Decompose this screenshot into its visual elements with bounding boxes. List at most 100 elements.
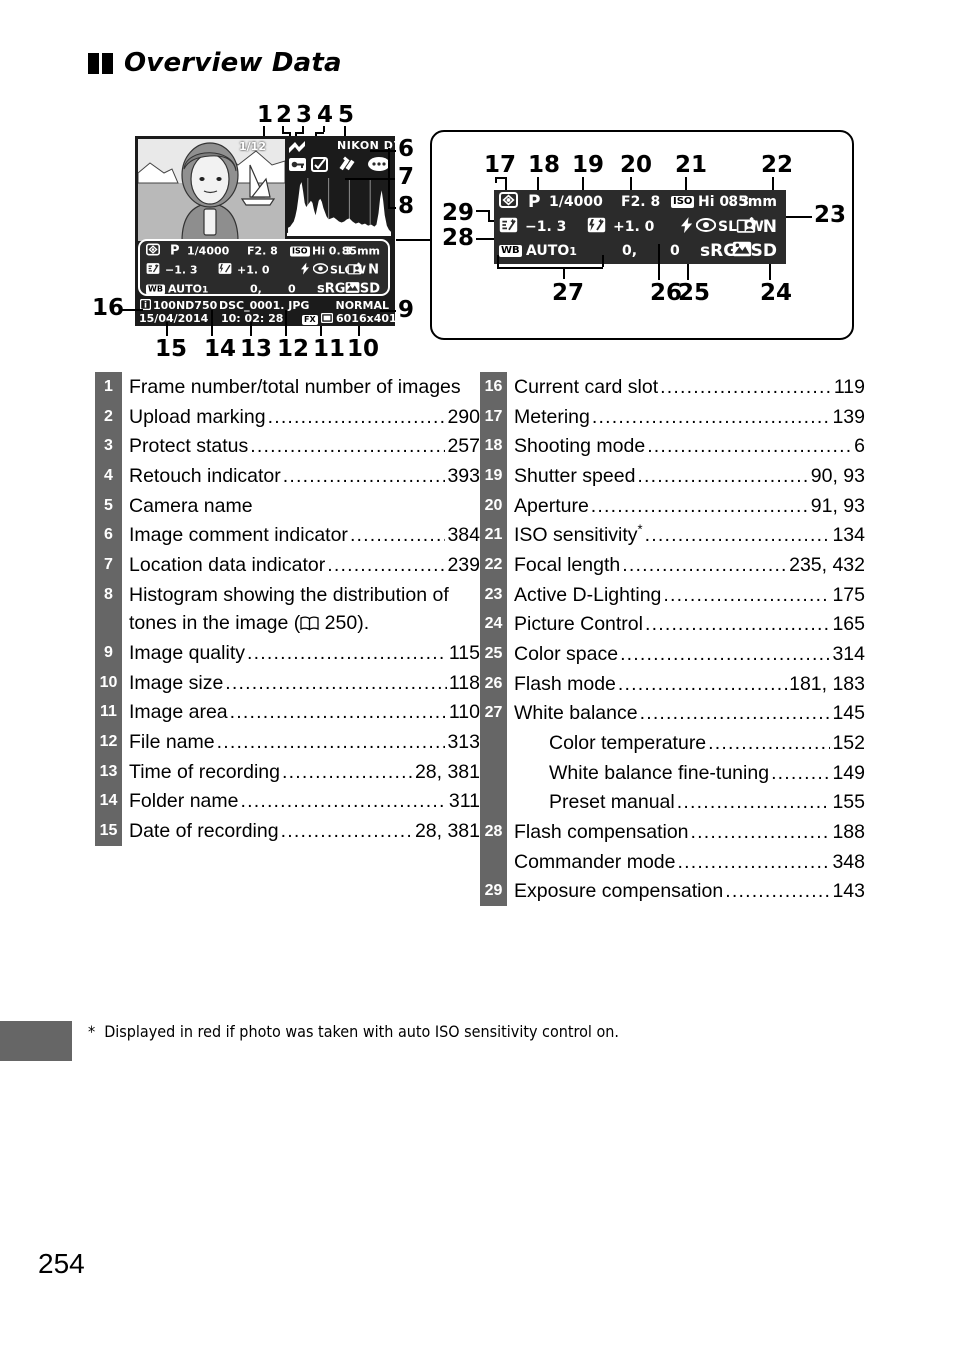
- leader-17c: [505, 177, 507, 190]
- active-d-lighting-glyph: [736, 216, 756, 233]
- legend-label: Frame number/total number of images: [129, 376, 461, 398]
- legend-number-3: 3: [95, 431, 122, 461]
- legend-entry: White balance fine-tuning...............…: [507, 758, 865, 788]
- legend-label: Retouch indicator: [129, 464, 281, 487]
- legend-row: 2 Upload marking.........................…: [95, 401, 480, 432]
- active-d-lighting-glyph: [347, 262, 362, 274]
- shooting-mode-value: P: [170, 243, 180, 258]
- legend-row: 14 Folder name...........................…: [95, 786, 480, 816]
- image-area-chip: FX: [302, 313, 318, 326]
- legend-number-12: 12: [95, 726, 122, 757]
- wb-fine-tune-b: 0: [288, 282, 296, 295]
- leader-dots: ........................................…: [246, 641, 447, 664]
- leader-dots: ........................................…: [644, 524, 831, 547]
- red-eye-icon: [695, 217, 717, 236]
- legend-page-ref: 313: [447, 730, 480, 753]
- legend-label: Image size: [129, 671, 224, 694]
- callout-5: 5: [338, 102, 355, 128]
- leader-17b: [495, 177, 505, 179]
- legend-row: 4 Retouch indicator......................…: [95, 460, 480, 491]
- legend-page-ref: 118: [448, 671, 480, 694]
- leader-dots: ........................................…: [639, 702, 831, 725]
- legend-entry: Color space.............................…: [507, 639, 865, 669]
- wb-fine-tune-a: 0,: [250, 282, 262, 295]
- image-size-value: 6016x4016: [336, 312, 395, 325]
- legend-label: Focal length: [514, 553, 621, 576]
- metering-icon: [146, 243, 160, 258]
- aperture-value: F2. 8: [621, 194, 661, 211]
- leader-18: [537, 177, 539, 190]
- flash-compensation-value: +1. 0: [613, 218, 655, 235]
- legend-entry: File name...............................…: [122, 727, 480, 757]
- legend-entry: Focal length............................…: [507, 550, 865, 580]
- flash-compensation-glyph: [218, 262, 232, 274]
- legend-number-14: 14: [95, 786, 122, 816]
- legend-number-28: 28: [480, 816, 507, 847]
- legend-entry: Protect status..........................…: [122, 431, 480, 461]
- magnified-info-panel: 17 18 19 20 21 22 29 28 23 P 1/4000 F2. …: [430, 130, 854, 340]
- callout-15: 15: [155, 336, 188, 362]
- flash-bolt-icon: [300, 262, 310, 278]
- legend-page-ref: 188: [832, 820, 865, 843]
- legend-entry: Image size..............................…: [122, 668, 480, 698]
- callout-23: 23: [814, 202, 847, 228]
- leader-dots: ........................................…: [229, 701, 447, 724]
- leader-dots: ........................................…: [280, 819, 413, 842]
- legend-label: Location data indicator: [129, 553, 326, 576]
- leader-dots: ........................................…: [637, 464, 808, 487]
- legend-page-ref: 348: [832, 850, 865, 873]
- exposure-compensation-glyph: [499, 217, 518, 233]
- legend-row: 5 Camera name: [95, 490, 480, 521]
- legend-row: 15 Date of recording.....................…: [95, 815, 480, 846]
- wb-chip-label: WB: [146, 284, 165, 294]
- callout-12: 12: [277, 336, 310, 362]
- thumbnail-illustration: [138, 139, 285, 241]
- leader-dots: ........................................…: [590, 494, 809, 517]
- leader-25: [687, 264, 689, 280]
- callout-22: 22: [761, 152, 794, 178]
- page-title: Overview Data: [124, 48, 342, 78]
- iso-chip-label: ISO: [290, 246, 310, 256]
- active-d-lighting-icon: [736, 216, 756, 237]
- legend-entry: Histogram showing the distribution of to…: [122, 580, 480, 638]
- leader-dots: ........................................…: [282, 760, 413, 783]
- legend-page-ref: 290: [447, 405, 480, 428]
- legend-label: Color temperature: [549, 731, 707, 754]
- legend-label: Picture Control: [514, 613, 643, 636]
- legend-row: 8 Histogram showing the distribution of t…: [95, 579, 480, 638]
- legend-number-29: 29: [480, 876, 507, 906]
- legend-number-7: 7: [95, 549, 122, 580]
- legend-label: Current card slot: [514, 376, 659, 398]
- info-row-2: −1. 3 +1. 0 N: [140, 260, 388, 279]
- legend-entry: White balance...........................…: [507, 698, 865, 728]
- exposure-compensation-icon: [146, 262, 160, 277]
- legend-row: 6Image comment indicator................…: [95, 520, 480, 550]
- legend-label: File name: [129, 730, 215, 753]
- leader-dots: ........................................…: [267, 405, 446, 428]
- legend-page-ref: 393: [447, 464, 480, 487]
- legend-page-ref: 165: [832, 613, 865, 636]
- leader-dots: ........................................…: [690, 820, 831, 843]
- histogram: [287, 178, 391, 236]
- legend-entry: Active D-Lighting.......................…: [507, 580, 865, 610]
- legend-number-blank: [480, 727, 507, 758]
- legend-number-11: 11: [95, 697, 122, 727]
- legend-number-21: 21: [480, 520, 507, 550]
- leader-21: [685, 177, 687, 190]
- active-d-lighting-value: N: [368, 262, 379, 277]
- leader-dots: ........................................…: [327, 553, 445, 576]
- aperture-value: F2. 8: [247, 244, 278, 257]
- leader-29b: [488, 210, 490, 220]
- legend-label: Image area: [129, 701, 228, 724]
- leader-9: [380, 310, 396, 312]
- legend-number-5: 5: [95, 490, 122, 521]
- book-reference-icon: [300, 612, 319, 634]
- flash-compensation-glyph: [587, 217, 606, 233]
- legend-row: 20 Aperture..............................…: [480, 490, 865, 521]
- leader-dots: ........................................…: [620, 642, 830, 665]
- leader-19: [582, 177, 584, 190]
- leader-15: [166, 322, 168, 336]
- camera-lcd-display: 1/12 NIKON D P 1/4000 F2. 8 ISO Hi 0. 3 …: [135, 136, 395, 326]
- wb-chip-label: WB: [499, 245, 522, 258]
- leader-dots: ........................................…: [708, 731, 830, 754]
